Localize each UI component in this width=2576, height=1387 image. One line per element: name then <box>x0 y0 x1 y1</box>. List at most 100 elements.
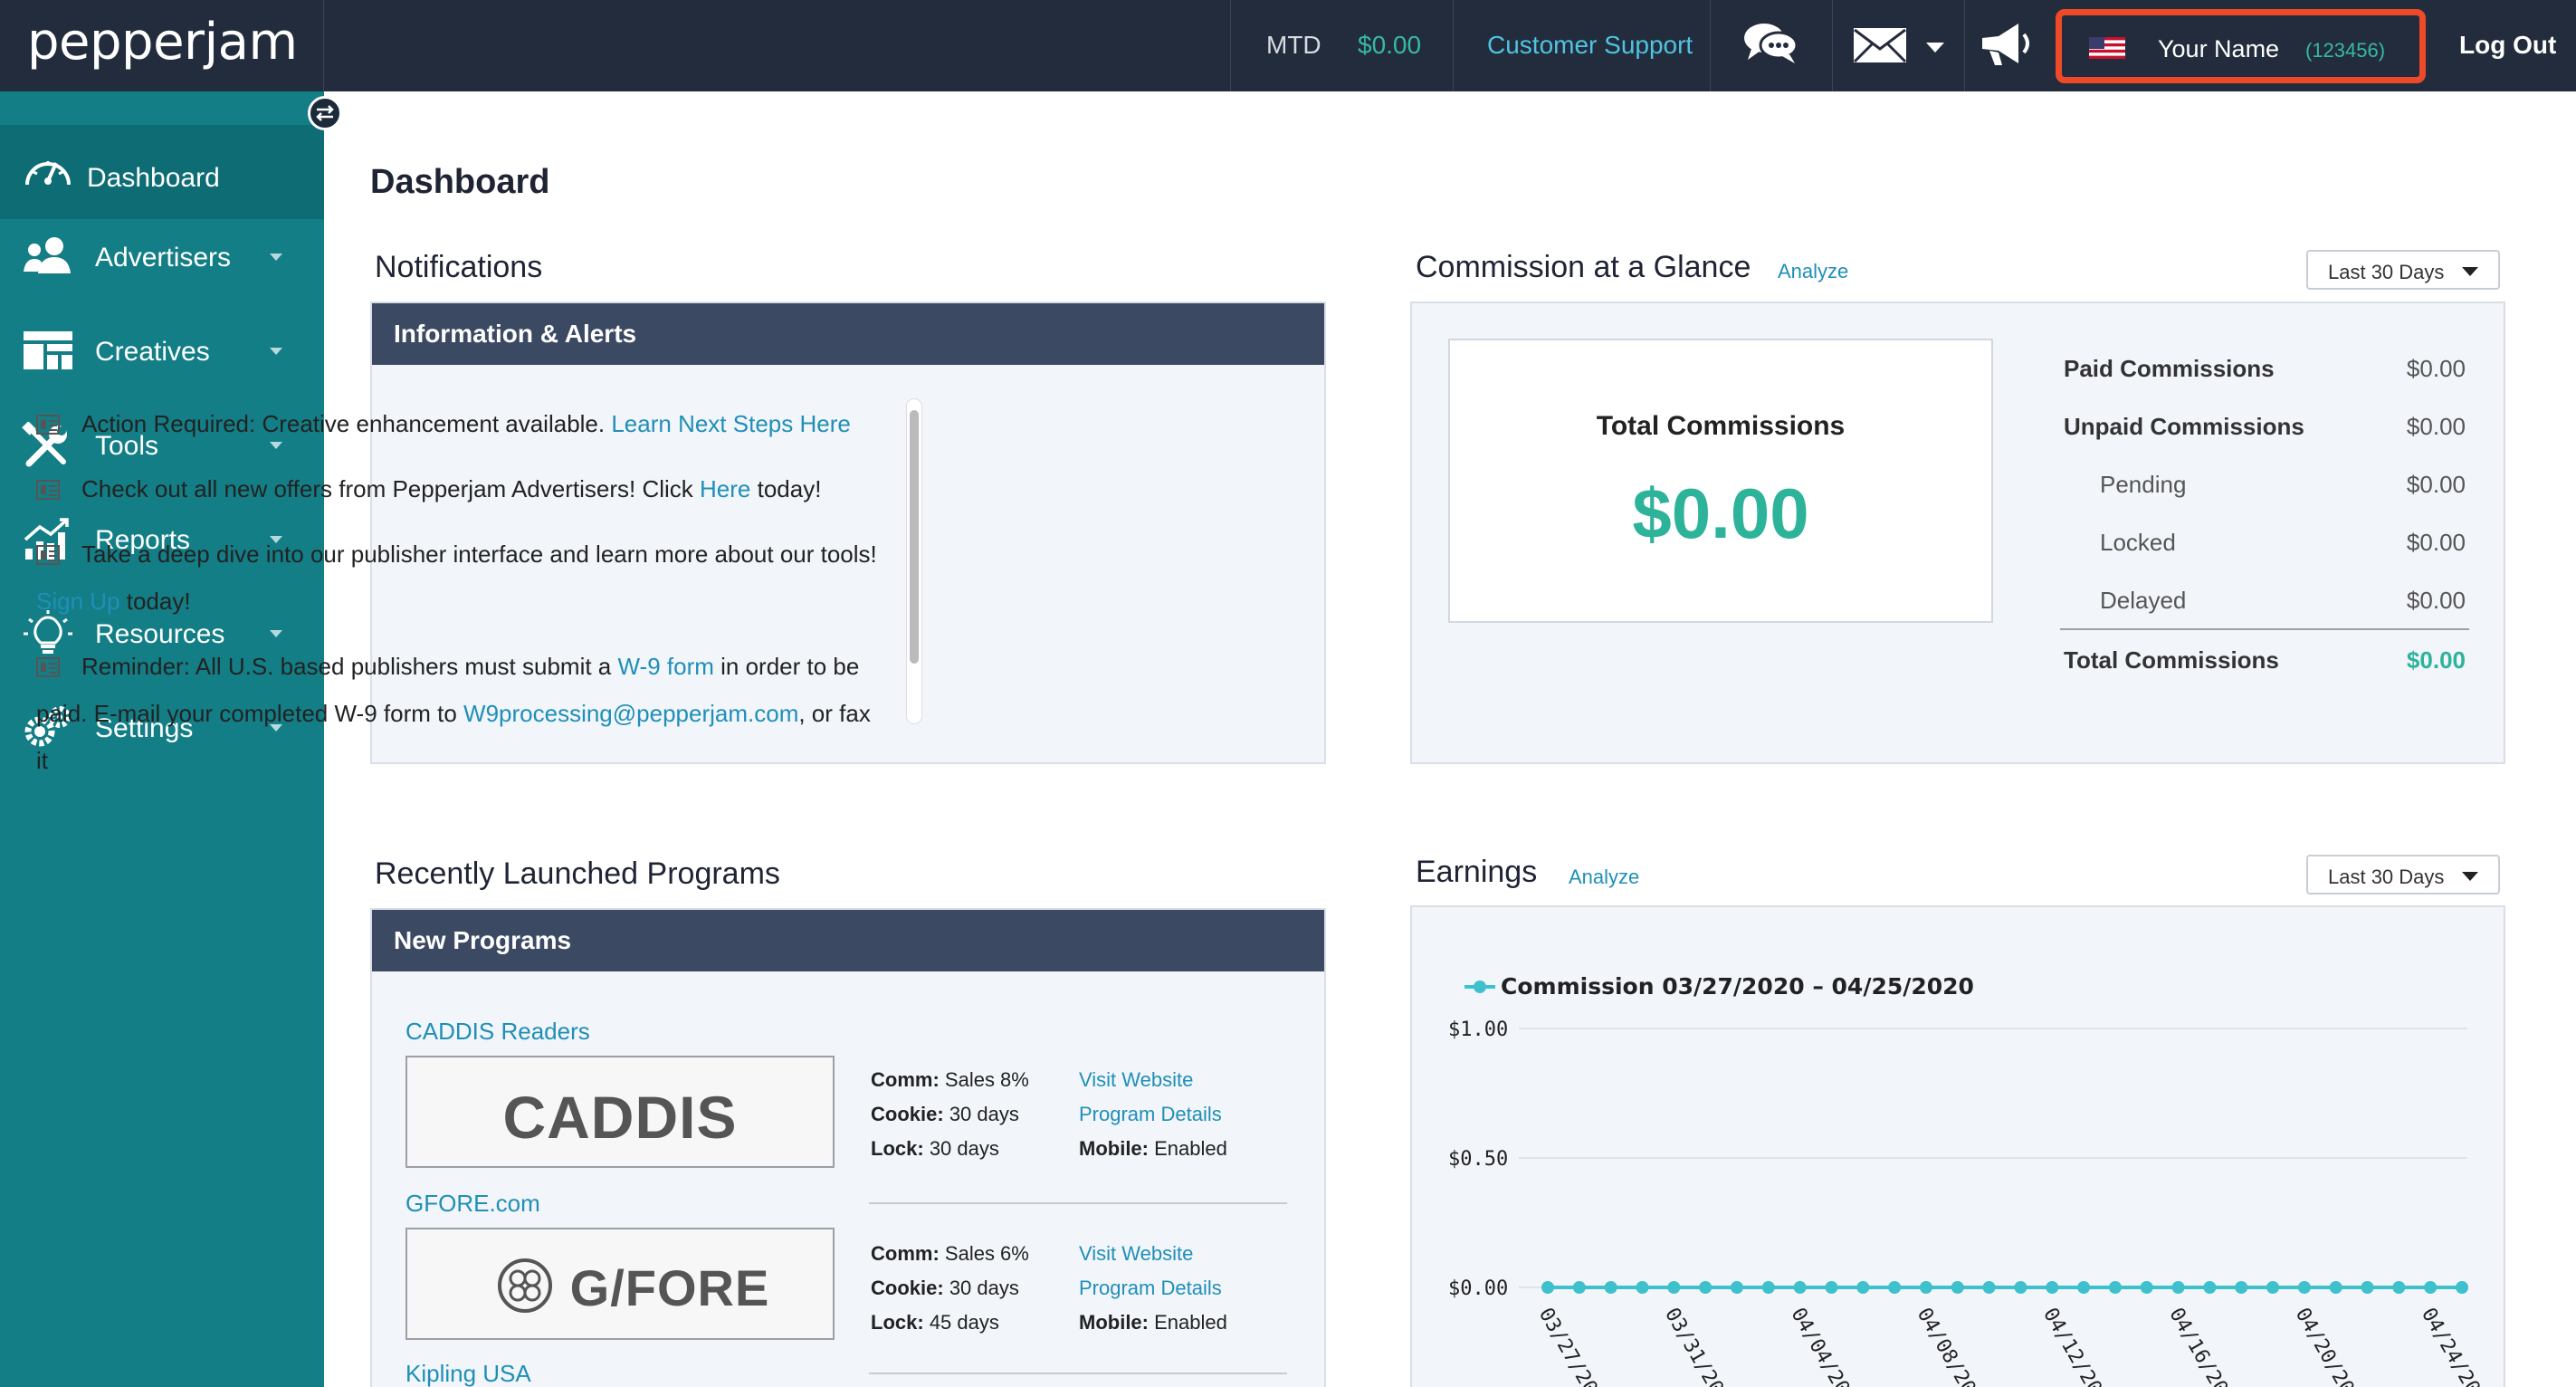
commission-row: Paid Commissions $0.00 <box>2064 355 2466 391</box>
y-tick-label: $0.00 <box>1448 1277 1508 1300</box>
earnings-chart: $1.00 $0.50 $0.00 Commission 03/27/2020 – 0… <box>1448 973 2485 1387</box>
notification-text: Action Required: Creative enhancement av… <box>81 410 612 437</box>
notification-text: Check out all new offers from Pepperjam … <box>81 475 701 502</box>
select-value: Last 30 Days <box>2328 261 2445 283</box>
programs-title: Recently Launched Programs <box>375 856 780 891</box>
row-label: Pending <box>2100 471 2187 498</box>
data-point <box>1761 1281 1775 1294</box>
data-point <box>1667 1281 1681 1294</box>
customer-support-link[interactable]: Customer Support <box>1487 31 1693 60</box>
row-label: Locked <box>2100 529 2176 556</box>
newspaper-icon <box>36 657 60 677</box>
row-label: Unpaid Commissions <box>2064 413 2304 440</box>
row-label: Delayed <box>2100 587 2187 614</box>
pepperjam-logo[interactable]: pepperjam <box>27 13 298 72</box>
users-icon <box>22 234 74 281</box>
panel-header: New Programs <box>372 910 1324 971</box>
program-cookie: Cookie: 30 days <box>871 1103 1019 1126</box>
w9-form-link[interactable]: W-9 form <box>617 653 713 680</box>
x-tick-label: 03/31/20 <box>1660 1305 1728 1387</box>
row-label: Total Commissions <box>2064 646 2279 674</box>
commission-row: Delayed $0.00 <box>2064 587 2466 623</box>
here-link[interactable]: Here <box>700 475 750 502</box>
log-out-button[interactable]: Log Out <box>2459 31 2556 60</box>
data-point <box>1951 1281 1964 1294</box>
data-point <box>1541 1281 1554 1294</box>
earnings-analyze-link[interactable]: Analyze <box>1569 866 1639 889</box>
data-point <box>2140 1281 2153 1294</box>
mtd-value: $0.00 <box>1358 31 1422 59</box>
notification-text: today! <box>750 475 822 502</box>
learn-next-steps-link[interactable]: Learn Next Steps Here <box>611 410 850 437</box>
divider <box>869 1202 1287 1204</box>
visit-website-link[interactable]: Visit Website <box>1079 1242 1193 1266</box>
x-tick-label: 04/24/20 <box>2417 1305 2485 1387</box>
commission-analyze-link[interactable]: Analyze <box>1778 260 1848 283</box>
program-details-link[interactable]: Program Details <box>1079 1103 1222 1126</box>
data-point <box>2424 1281 2438 1294</box>
data-point <box>1919 1281 1932 1294</box>
program-name-link[interactable]: CADDIS Readers <box>405 1018 590 1046</box>
notification-text: today! <box>119 588 191 615</box>
data-point <box>1825 1281 1838 1294</box>
newspaper-icon <box>36 415 60 435</box>
caddis-logo[interactable]: CADDIS <box>405 1056 835 1168</box>
y-tick-label: $0.50 <box>1448 1148 1508 1171</box>
notifications-scrollbar[interactable] <box>906 398 922 724</box>
program-details-link[interactable]: Program Details <box>1079 1277 1222 1300</box>
row-value: $0.00 <box>2406 413 2466 440</box>
data-point <box>1636 1281 1649 1294</box>
commission-title: Commission at a Glance <box>1416 250 1751 284</box>
chevron-down-icon[interactable] <box>1926 42 1944 58</box>
x-tick-label: 04/08/20 <box>1913 1305 1980 1387</box>
data-point <box>2077 1281 2091 1294</box>
label: Mobile: <box>1079 1311 1149 1334</box>
panel-header-title: Information & Alerts <box>394 320 637 348</box>
x-tick-label: 04/16/20 <box>2164 1305 2232 1387</box>
chevron-down-icon <box>270 630 282 637</box>
divider <box>1453 0 1454 91</box>
data-point <box>2171 1281 2185 1294</box>
value: 30 days <box>949 1277 1019 1299</box>
chat-bubbles-icon[interactable] <box>1742 18 1798 73</box>
user-account-menu[interactable]: Your Name (123456) <box>2056 9 2426 83</box>
user-id: (123456) <box>2305 39 2386 62</box>
data-point <box>2329 1281 2342 1294</box>
notification-item: Reminder: All U.S. based publishers must… <box>36 643 887 784</box>
gfore-logo[interactable]: G/FORE <box>405 1228 835 1340</box>
envelope-icon[interactable] <box>1853 27 1907 68</box>
legend-marker <box>1474 980 1486 993</box>
sidebar-item-creatives[interactable]: Creatives <box>0 304 324 398</box>
x-tick-label: 04/04/20 <box>1786 1305 1854 1387</box>
program-lock: Lock: 30 days <box>871 1137 999 1161</box>
sidebar-item-dashboard[interactable]: Dashboard <box>0 125 324 219</box>
program-comm: Comm: Sales 8% <box>871 1068 1029 1092</box>
sidebar-item-label: Creatives <box>95 337 210 367</box>
label: Lock: <box>871 1311 924 1334</box>
data-point <box>2203 1281 2217 1294</box>
select-value: Last 30 Days <box>2328 866 2445 888</box>
panel-header-title: New Programs <box>394 926 572 954</box>
row-value: $0.00 <box>2406 355 2466 382</box>
data-point <box>1730 1281 1743 1294</box>
sidebar-toggle-button[interactable] <box>308 96 342 130</box>
commission-range-select[interactable]: Last 30 Days <box>2306 250 2500 290</box>
layout-icon <box>22 328 74 375</box>
scrollbar-thumb[interactable] <box>910 410 919 664</box>
commission-row: Locked $0.00 <box>2064 529 2466 565</box>
sidebar-item-label: Advertisers <box>95 243 232 273</box>
total-commissions-label: Total Commissions <box>1596 411 1846 441</box>
panel-header: Information & Alerts <box>372 303 1324 365</box>
logo-text: CADDIS <box>502 1084 738 1151</box>
sidebar-item-advertisers[interactable]: Advertisers <box>0 210 324 304</box>
value: Sales 8% <box>944 1068 1029 1091</box>
program-name-link[interactable]: Kipling USA <box>405 1360 531 1387</box>
notification-text: Reminder: All U.S. based publishers must… <box>81 653 618 680</box>
visit-website-link[interactable]: Visit Website <box>1079 1068 1193 1092</box>
program-name-link[interactable]: GFORE.com <box>405 1190 540 1218</box>
sign-up-link[interactable]: Sign Up <box>36 588 120 615</box>
earnings-range-select[interactable]: Last 30 Days <box>2306 855 2500 894</box>
data-point <box>1572 1281 1586 1294</box>
w9-email-link[interactable]: W9processing@pepperjam.com <box>463 700 798 727</box>
megaphone-icon[interactable] <box>1979 20 2035 73</box>
